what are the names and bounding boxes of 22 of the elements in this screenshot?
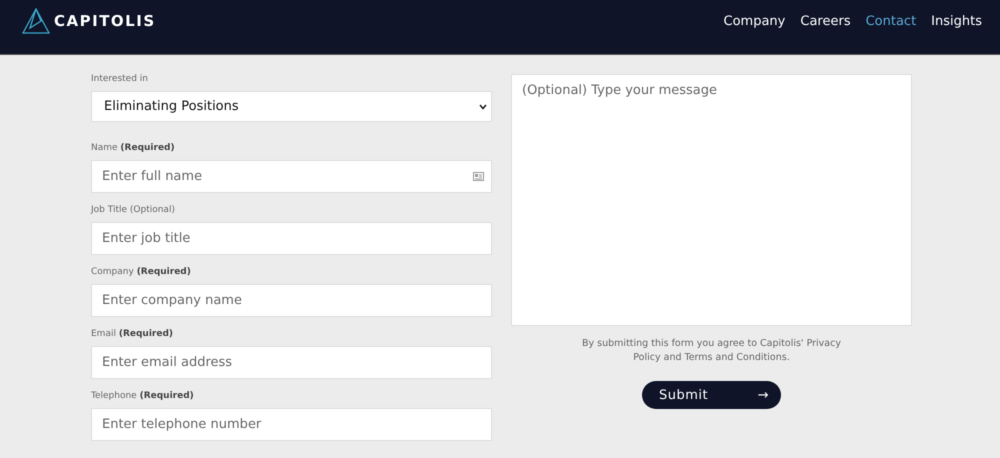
submit-button[interactable]: Submit → [642,381,781,409]
nav-link[interactable]: Contact [866,14,916,28]
logo-icon [22,8,50,34]
nav-link[interactable]: Insights [931,14,982,28]
nav-link[interactable]: Company [724,14,786,28]
brand-name: CAPITOLIS [54,12,156,30]
disclaimer-text: By submitting this form you agree to Capitolis' Privacy Policy and Terms and Conditions. [582,337,842,365]
field-label: Company (Required) [91,267,192,279]
nav-link[interactable]: Careers [800,14,851,28]
input-field[interactable]: Enter telephone number [91,408,492,441]
input-field[interactable]: Enter full name [91,160,492,193]
input-field[interactable]: Enter email address [91,346,492,379]
field-label: Interested in [91,74,149,86]
chevron-icon [479,104,487,110]
message-field[interactable]: (Optional) Type your message [511,74,912,326]
field-label: Telephone (Required) [91,391,195,403]
field-label: Job Title (Optional) [91,205,176,217]
input-field[interactable]: Enter job title [91,222,492,255]
field-label: Email (Required) [91,329,174,341]
input-field[interactable]: Enter company name [91,284,492,317]
field-label: Name (Required) [91,143,176,155]
select-field[interactable]: Eliminating Positions [91,91,492,122]
